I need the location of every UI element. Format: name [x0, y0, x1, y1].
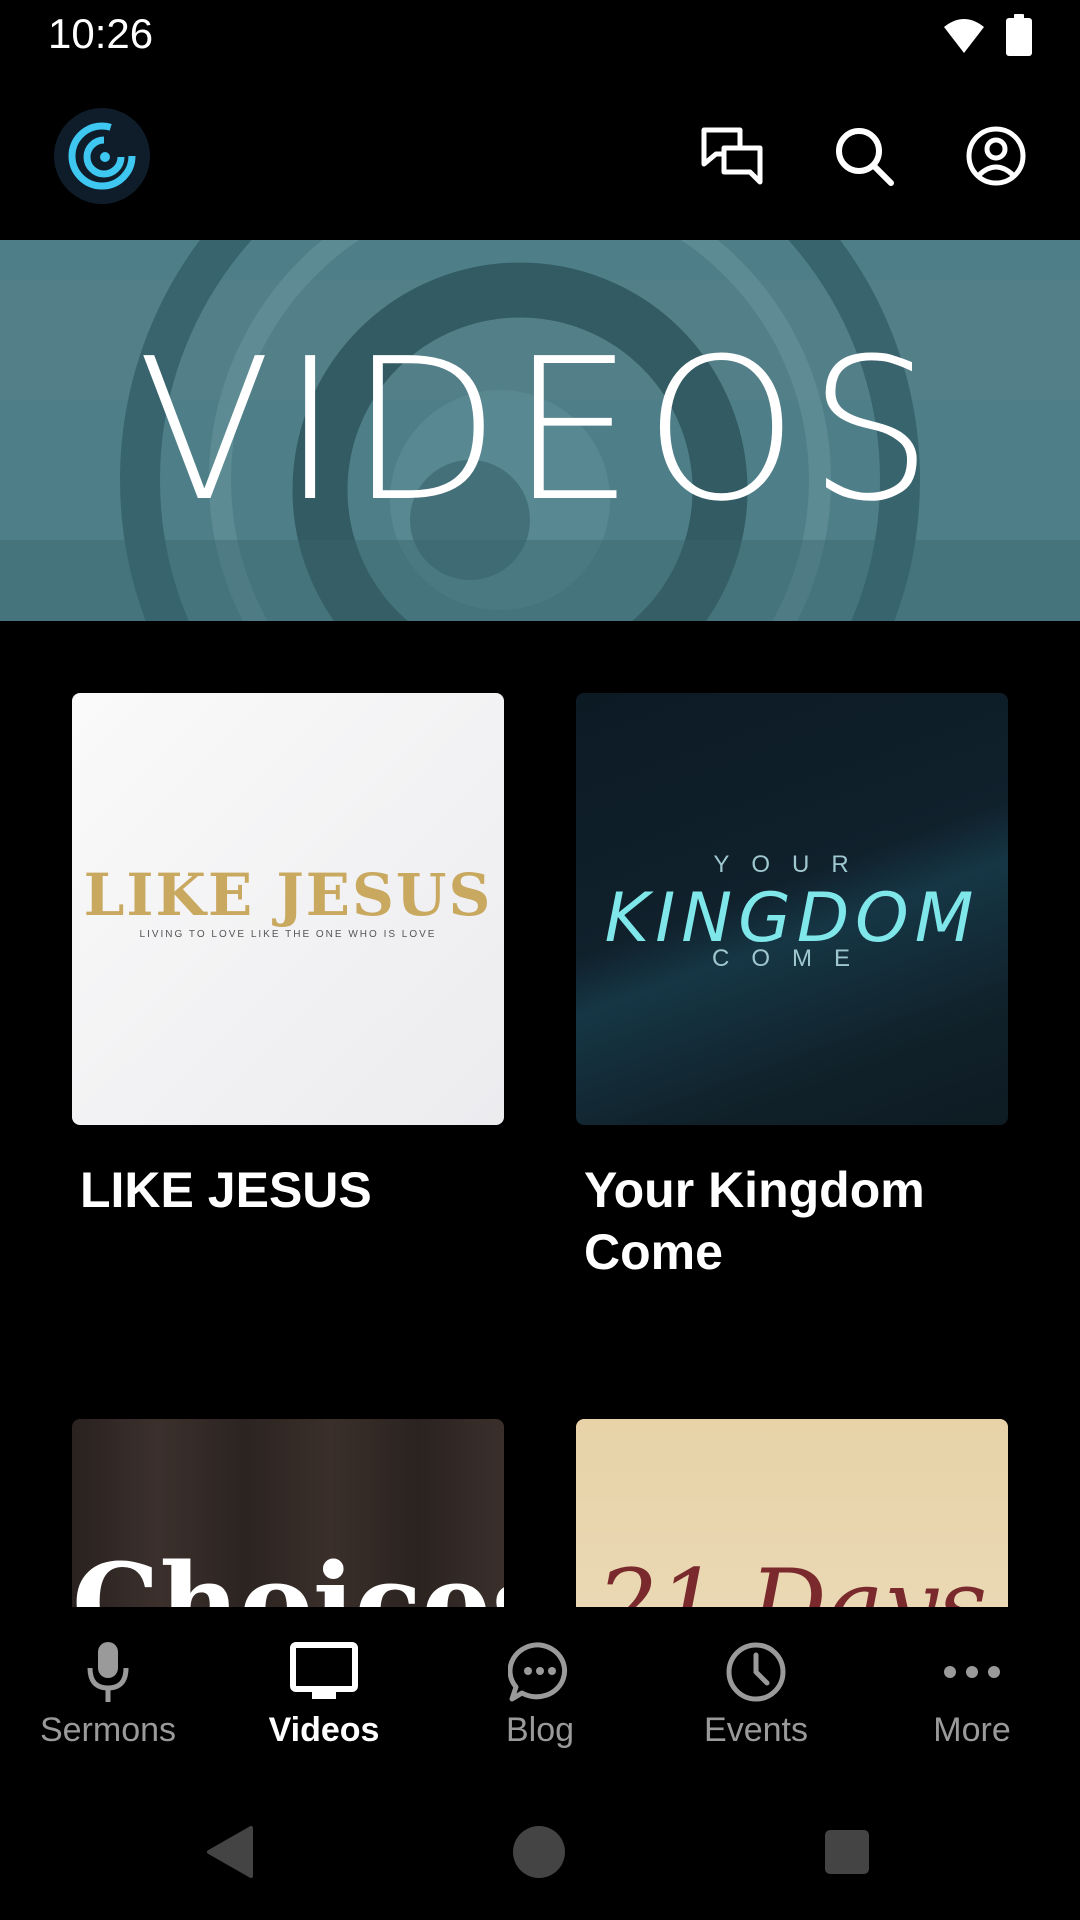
more-dots-icon	[864, 1637, 1080, 1707]
series-card-your-kingdom-come[interactable]: YOUR KINGDOM COME Your Kingdom Come	[576, 693, 1008, 1283]
nav-item-videos[interactable]: Videos	[216, 1607, 432, 1777]
back-triangle-icon	[207, 1826, 253, 1878]
nav-item-blog[interactable]: Blog	[432, 1607, 648, 1777]
thumbnail-title: Choices	[72, 1539, 504, 1607]
status-time: 10:26	[48, 10, 154, 57]
nav-label: Events	[704, 1711, 808, 1749]
nav-label: More	[933, 1711, 1011, 1749]
logo-swirl-icon	[68, 122, 136, 190]
nav-label: Videos	[268, 1711, 380, 1749]
home-button[interactable]	[504, 1817, 574, 1887]
series-card-like-jesus[interactable]: LIKE JESUS LIVING TO LOVE LIKE THE ONE W…	[72, 693, 504, 1221]
series-title: Your Kingdom Come	[584, 1162, 925, 1280]
nav-label: Sermons	[39, 1711, 177, 1749]
series-title: LIKE JESUS	[80, 1162, 372, 1218]
thumbnail-title: 21 Days	[596, 1549, 988, 1607]
thumbnail-subtitle: LIVING TO LOVE LIKE THE ONE WHO IS LOVE	[139, 929, 437, 940]
hero-title: VIDEOS	[137, 316, 943, 545]
app-bar	[0, 72, 1080, 240]
recents-button[interactable]	[812, 1817, 882, 1887]
nav-item-events[interactable]: Events	[648, 1607, 864, 1777]
thumbnail-top-text: YOUR	[713, 851, 871, 878]
clock-icon	[648, 1637, 864, 1707]
chat-icon	[701, 127, 763, 185]
account-button[interactable]	[962, 122, 1030, 190]
wifi-icon	[942, 15, 986, 60]
nav-label: Blog	[505, 1711, 575, 1749]
status-icons	[942, 14, 1032, 61]
series-thumbnail: YOUR KINGDOM COME	[576, 693, 1008, 1125]
thumbnail-title: LIKE JESUS	[83, 861, 493, 929]
series-thumbnail: Choices	[72, 1419, 504, 1607]
series-card-choices[interactable]: Choices	[72, 1419, 504, 1607]
video-series-grid: LIKE JESUS LIVING TO LOVE LIKE THE ONE W…	[0, 621, 1080, 1607]
thumbnail-bottom-text: COME	[712, 945, 872, 972]
app-logo[interactable]	[54, 108, 150, 204]
app-actions	[698, 122, 1030, 190]
account-icon	[966, 126, 1026, 186]
search-button[interactable]	[830, 122, 898, 190]
search-icon	[836, 128, 894, 186]
microphone-icon	[0, 1637, 216, 1707]
recents-square-icon	[825, 1830, 869, 1874]
back-button[interactable]	[196, 1817, 266, 1887]
series-card-21-days[interactable]: 21 Days	[576, 1419, 1008, 1607]
battery-icon	[1006, 14, 1032, 61]
series-thumbnail: 21 Days	[576, 1419, 1008, 1607]
bottom-navigation: Sermons Videos Blog Events More	[0, 1607, 1080, 1777]
home-circle-icon	[513, 1826, 565, 1878]
chat-button[interactable]	[698, 122, 766, 190]
videos-hero-banner: VIDEOS	[0, 240, 1080, 621]
nav-item-sermons[interactable]: Sermons	[0, 1607, 216, 1777]
chat-bubble-icon	[432, 1637, 648, 1707]
nav-item-more[interactable]: More	[864, 1607, 1080, 1777]
series-thumbnail: LIKE JESUS LIVING TO LOVE LIKE THE ONE W…	[72, 693, 504, 1125]
system-navigation-bar	[0, 1777, 1080, 1920]
tv-icon	[216, 1637, 432, 1707]
status-bar: 10:26	[0, 0, 1080, 72]
